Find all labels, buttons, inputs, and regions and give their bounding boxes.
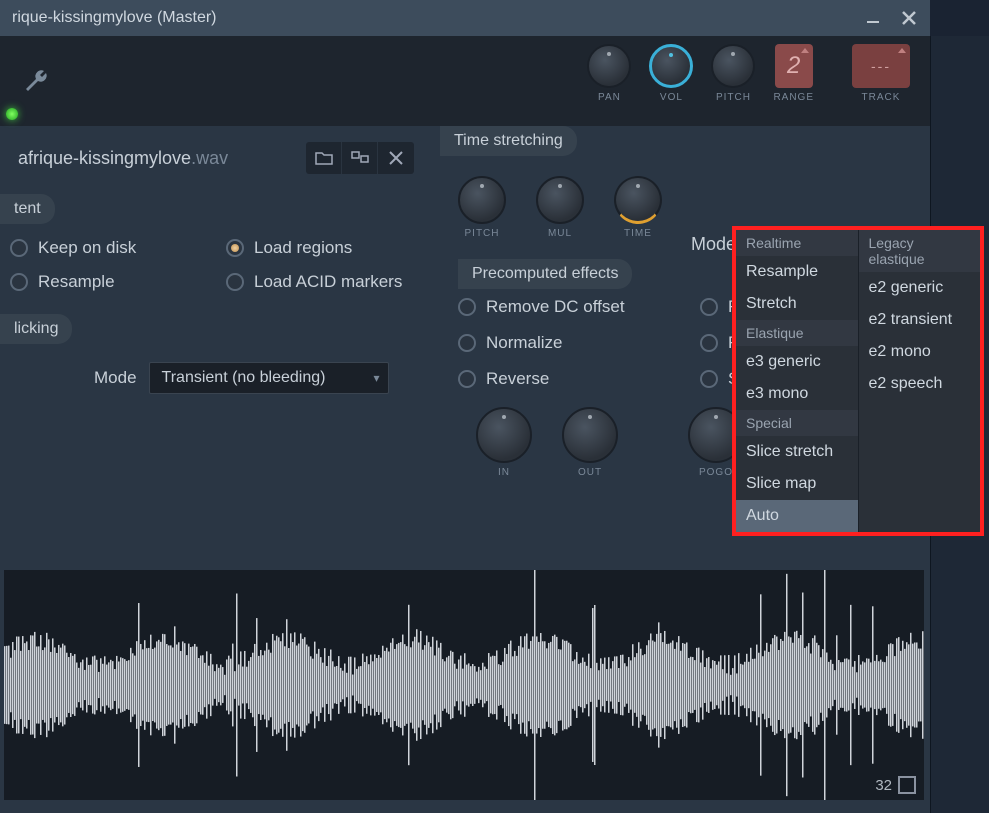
crossfade-out-knob[interactable] (562, 407, 618, 463)
out-knob-group: OUT (562, 407, 618, 478)
ts-time-knob[interactable] (614, 176, 662, 224)
menu-item-e2-speech[interactable]: e2 speech (859, 368, 981, 400)
menu-header-elastique: Elastique (736, 320, 858, 346)
pan-knob[interactable] (587, 44, 631, 88)
vol-knob-group: VOL (649, 44, 693, 103)
pan-label: PAN (598, 92, 621, 103)
ts-mul-knob[interactable] (536, 176, 584, 224)
range-selector[interactable]: 2 (775, 44, 813, 88)
timestretch-mode-menu: Realtime Resample Stretch Elastique e3 g… (732, 226, 984, 536)
crossfade-in-knob[interactable] (476, 407, 532, 463)
radio-icon (10, 273, 28, 291)
radio-icon (226, 273, 244, 291)
pitch-knob-group: PITCH (711, 44, 755, 103)
timestretch-section-header: Time stretching (440, 126, 577, 156)
wrench-icon[interactable] (20, 65, 52, 97)
menu-item-e3-generic[interactable]: e3 generic (736, 346, 858, 378)
radio-icon (700, 298, 718, 316)
menu-item-auto[interactable]: Auto (736, 500, 858, 532)
close-file-icon[interactable] (378, 142, 414, 174)
ts-time-group: TIME (614, 176, 662, 239)
radio-icon (458, 298, 476, 316)
menu-header-special: Special (736, 410, 858, 436)
volume-knob[interactable] (649, 44, 693, 88)
content-section-header: tent (0, 194, 55, 224)
reverse-option[interactable]: Reverse (458, 369, 660, 389)
radio-icon (700, 334, 718, 352)
keyboard-icon[interactable] (342, 142, 378, 174)
activity-led-icon (6, 108, 18, 120)
menu-item-e2-generic[interactable]: e2 generic (859, 272, 981, 304)
range-label: RANGE (773, 92, 814, 103)
track-selector[interactable]: --- (852, 44, 910, 88)
normalize-option[interactable]: Normalize (458, 333, 660, 353)
radio-icon (458, 370, 476, 388)
waveform-view-icon[interactable] (898, 776, 916, 794)
load-regions-option[interactable]: Load regions (226, 238, 422, 258)
keep-on-disk-option[interactable]: Keep on disk (10, 238, 206, 258)
menu-item-slice-stretch[interactable]: Slice stretch (736, 436, 858, 468)
ts-pitch-group: PITCH (458, 176, 506, 239)
declick-mode-dropdown[interactable]: Transient (no bleeding) (149, 362, 389, 394)
folder-icon[interactable] (306, 142, 342, 174)
precomputed-section-header: Precomputed effects (458, 259, 632, 289)
menu-item-e3-mono[interactable]: e3 mono (736, 378, 858, 410)
menu-item-resample[interactable]: Resample (736, 256, 858, 288)
menu-header-legacy: Legacy elastique (859, 230, 981, 272)
waveform-display[interactable]: 32 (4, 570, 924, 800)
pan-knob-group: PAN (587, 44, 631, 103)
ts-mode-label: Mode (691, 234, 736, 255)
close-button[interactable] (900, 9, 918, 27)
radio-icon (10, 239, 28, 257)
waveform-counter: 32 (875, 777, 892, 794)
resample-option[interactable]: Resample (10, 272, 206, 292)
menu-item-e2-mono[interactable]: e2 mono (859, 336, 981, 368)
load-acid-option[interactable]: Load ACID markers (226, 272, 422, 292)
menu-item-slice-map[interactable]: Slice map (736, 468, 858, 500)
remove-dc-option[interactable]: Remove DC offset (458, 297, 660, 317)
ts-mul-group: MUL (536, 176, 584, 239)
radio-icon (226, 239, 244, 257)
channel-toolbar: PAN VOL PITCH 2 RANGE --- TRACK (0, 36, 930, 126)
filename-display[interactable]: afrique-kissingmylove.wav (18, 148, 294, 169)
declicking-section-header: licking (0, 314, 72, 344)
pitch-knob[interactable] (711, 44, 755, 88)
declick-mode-label: Mode (94, 368, 137, 388)
track-group: --- TRACK (852, 44, 910, 103)
ts-pitch-knob[interactable] (458, 176, 506, 224)
track-label: TRACK (862, 92, 901, 103)
window-controls (864, 9, 918, 27)
radio-icon (458, 334, 476, 352)
menu-item-e2-transient[interactable]: e2 transient (859, 304, 981, 336)
window-title: rique-kissingmylove (Master) (12, 9, 217, 27)
titlebar[interactable]: rique-kissingmylove (Master) (0, 0, 930, 36)
range-group: 2 RANGE (773, 44, 814, 103)
vol-label: VOL (660, 92, 683, 103)
minimize-button[interactable] (864, 9, 882, 27)
menu-header-realtime: Realtime (736, 230, 858, 256)
radio-icon (700, 370, 718, 388)
menu-item-stretch[interactable]: Stretch (736, 288, 858, 320)
pitch-label: PITCH (716, 92, 751, 103)
in-knob-group: IN (476, 407, 532, 478)
